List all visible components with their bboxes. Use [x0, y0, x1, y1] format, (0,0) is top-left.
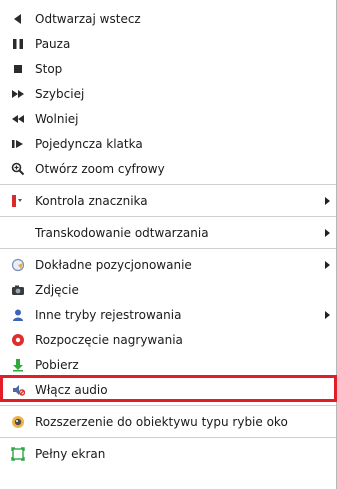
menu-item-szybciej[interactable]: Szybciej [0, 81, 336, 106]
menu-separator [0, 405, 336, 406]
menu-item-label: Wolniej [35, 111, 79, 126]
zoom-icon [11, 162, 25, 176]
menu-item-label: Transkodowanie odtwarzania [35, 225, 209, 240]
menu-item-pelny-ekran[interactable]: Pełny ekran [0, 441, 336, 466]
menu-item-rybie-oko[interactable]: Rozszerzenie do obiektywu typu rybie oko [0, 409, 336, 434]
menu-item-wolniej[interactable]: Wolniej [0, 106, 336, 131]
menu-item-label: Pojedyncza klatka [35, 136, 143, 151]
play-backward-icon [11, 12, 25, 26]
pause-icon [11, 37, 25, 51]
menu-separator [0, 184, 336, 185]
fisheye-icon [11, 415, 25, 429]
menu-item-wlacz-audio[interactable]: Włącz audio [0, 377, 336, 402]
menu-item-label: Otwórz zoom cyfrowy [35, 161, 165, 176]
menu-item-label: Rozpoczęcie nagrywania [35, 332, 183, 347]
menu-item-label: Stop [35, 61, 63, 76]
submenu-arrow-icon [325, 228, 330, 237]
menu-item-pobierz[interactable]: Pobierz [0, 352, 336, 377]
menu-item-otworz-zoom-cyfrowy[interactable]: Otwórz zoom cyfrowy [0, 156, 336, 181]
submenu-arrow-icon [325, 196, 330, 205]
slow-backward-icon [11, 112, 25, 126]
submenu-arrow-icon [325, 310, 330, 319]
menu-item-label: Kontrola znacznika [35, 193, 148, 208]
menu-item-label: Inne tryby rejestrowania [35, 307, 182, 322]
positioning-icon [11, 258, 25, 272]
context-menu: Odtwarzaj wstecz Pauza Stop Szybciej Wol… [0, 0, 337, 489]
menu-item-inne-tryby-rejestrowania[interactable]: Inne tryby rejestrowania [0, 302, 336, 327]
audio-icon [11, 383, 25, 397]
menu-item-dokladne-pozycjonowanie[interactable]: Dokładne pozycjonowanie [0, 252, 336, 277]
menu-item-label: Rozszerzenie do obiektywu typu rybie oko [35, 414, 288, 429]
fullscreen-icon [11, 446, 25, 461]
menu-item-stop[interactable]: Stop [0, 56, 336, 81]
single-frame-icon [11, 137, 25, 151]
menu-separator [0, 216, 336, 217]
menu-item-label: Dokładne pozycjonowanie [35, 257, 192, 272]
menu-item-label: Odtwarzaj wstecz [35, 11, 141, 26]
camera-icon [11, 283, 25, 297]
menu-item-label: Pobierz [35, 357, 79, 372]
menu-item-label: Pauza [35, 36, 71, 51]
menu-separator [0, 437, 336, 438]
fast-forward-icon [11, 87, 25, 101]
menu-item-label: Zdjęcie [35, 282, 79, 297]
menu-item-label: Szybciej [35, 86, 85, 101]
bookmark-icon [11, 194, 25, 208]
menu-item-rozpoczecie-nagrywania[interactable]: Rozpoczęcie nagrywania [0, 327, 336, 352]
stop-icon [11, 62, 25, 76]
menu-item-odtwarzaj-wstecz[interactable]: Odtwarzaj wstecz [0, 6, 336, 31]
menu-item-zdjecie[interactable]: Zdjęcie [0, 277, 336, 302]
menu-item-label: Pełny ekran [35, 446, 106, 461]
blank-icon [11, 226, 25, 240]
download-icon [11, 358, 25, 372]
record-icon [11, 333, 25, 347]
menu-item-pauza[interactable]: Pauza [0, 31, 336, 56]
menu-item-label: Włącz audio [35, 382, 108, 397]
menu-item-pojedyncza-klatka[interactable]: Pojedyncza klatka [0, 131, 336, 156]
menu-item-kontrola-znacznika[interactable]: Kontrola znacznika [0, 188, 336, 213]
user-icon [11, 308, 25, 322]
menu-item-transkodowanie-odtwarzania[interactable]: Transkodowanie odtwarzania [0, 220, 336, 245]
menu-separator [0, 248, 336, 249]
submenu-arrow-icon [325, 260, 330, 269]
